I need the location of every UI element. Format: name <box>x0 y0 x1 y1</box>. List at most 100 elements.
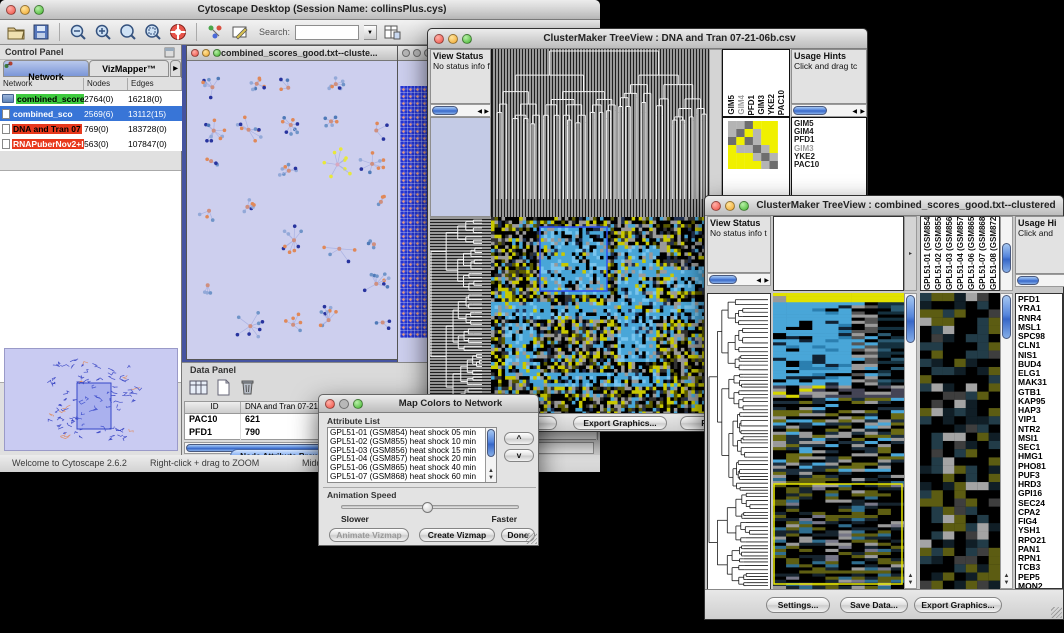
delete-attribute-icon[interactable] <box>236 377 258 397</box>
scroll-left-icon[interactable]: ◀ <box>852 108 857 115</box>
animate-vizmap-button[interactable]: Animate Vizmap <box>329 528 409 542</box>
tv2-row-dendrogram[interactable] <box>707 293 771 591</box>
move-up-button[interactable]: ^ <box>504 432 534 445</box>
scroll-up-icon[interactable]: ▲ <box>905 573 916 579</box>
scroll-up-icon[interactable]: ▲ <box>486 468 496 474</box>
zoom-window-icon[interactable] <box>739 201 749 211</box>
network-graph-canvas[interactable] <box>187 62 397 360</box>
help-ring-icon[interactable] <box>168 22 188 42</box>
zoom-window-icon[interactable] <box>213 49 221 57</box>
zoom-in-icon[interactable] <box>93 22 113 42</box>
scroll-right-icon[interactable]: ▶ <box>484 108 489 115</box>
zoom-selected-icon[interactable] <box>143 22 163 42</box>
save-icon[interactable] <box>31 22 51 42</box>
move-down-button[interactable]: v <box>504 449 534 462</box>
tab-network[interactable]: Network <box>3 60 89 77</box>
settings-button[interactable]: Settings... <box>766 597 830 613</box>
hscroll-thumb[interactable] <box>793 106 827 115</box>
minimize-icon[interactable] <box>413 49 421 57</box>
dialog-titlebar[interactable]: Map Colors to Network <box>319 395 538 413</box>
dense-network-canvas[interactable] <box>400 86 427 338</box>
search-input[interactable] <box>295 25 359 40</box>
tv2-hints-hscrollbar[interactable] <box>1015 274 1064 287</box>
zoom-out-icon[interactable] <box>68 22 88 42</box>
tv1-column-dendrogram[interactable] <box>491 49 709 217</box>
tab-overflow-arrow[interactable]: ▶ <box>170 60 181 77</box>
close-icon[interactable] <box>711 201 721 211</box>
minimize-icon[interactable] <box>725 201 735 211</box>
node-view-icon[interactable] <box>205 22 225 42</box>
tv2-mini-vscrollbar[interactable]: ▲ ▼ <box>1000 293 1013 589</box>
tv2-mini-heatmap[interactable] <box>920 293 1000 589</box>
close-icon[interactable] <box>6 5 16 15</box>
animation-speed-slider[interactable] <box>341 505 519 509</box>
vscroll-thumb[interactable] <box>487 429 495 457</box>
scroll-up-icon[interactable]: ▲ <box>1001 573 1012 579</box>
tv1-heatmap[interactable] <box>491 217 709 415</box>
attribute-table-icon[interactable] <box>382 22 402 42</box>
network-view-window[interactable]: combined_scores_good.txt--cluste... <box>186 45 398 360</box>
tv2-labels-vscrollbar[interactable] <box>1000 216 1013 291</box>
vscroll-thumb[interactable] <box>906 295 915 343</box>
zoom-window-icon[interactable] <box>34 5 44 15</box>
close-icon[interactable] <box>191 49 199 57</box>
zoom-window-icon[interactable] <box>353 399 363 409</box>
close-icon[interactable] <box>325 399 335 409</box>
network-list-row[interactable]: combined_sco 2569(6) 13112(15) <box>0 106 182 121</box>
scroll-left-icon[interactable]: ◀ <box>756 277 761 284</box>
tv1-status-hscrollbar[interactable]: ◀ ▶ <box>430 104 491 117</box>
tv1-row-dendrogram[interactable] <box>430 217 491 415</box>
network-list-row[interactable]: combined_scores 2764(0) 16218(0) <box>0 91 182 106</box>
minimize-icon[interactable] <box>20 5 30 15</box>
scroll-right-icon[interactable]: ▶ <box>764 277 769 284</box>
new-attribute-icon[interactable] <box>212 377 234 397</box>
tab-vizmapper[interactable]: VizMapper™ <box>89 60 169 77</box>
scroll-down-icon[interactable]: ▼ <box>1001 580 1012 586</box>
annotation-icon[interactable] <box>230 22 250 42</box>
tv2-status-hscrollbar[interactable]: ◀ ▶ <box>707 273 771 286</box>
hscroll-thumb[interactable] <box>1017 276 1039 285</box>
search-dropdown-icon[interactable]: ▼ <box>364 25 377 40</box>
zoom-window-icon[interactable] <box>462 34 472 44</box>
float-panel-icon[interactable] <box>164 47 175 58</box>
scroll-down-icon[interactable]: ▼ <box>905 580 916 586</box>
open-folder-icon[interactable] <box>6 22 26 42</box>
scroll-left-icon[interactable]: ◀ <box>477 108 482 115</box>
column-label: GPL51-04 (GSM857) <box>956 216 965 290</box>
close-icon[interactable] <box>434 34 444 44</box>
save-data-button[interactable]: Save Data... <box>840 597 908 613</box>
create-vizmap-button[interactable]: Create Vizmap <box>419 528 495 542</box>
close-icon[interactable] <box>402 49 410 57</box>
tv2-heatmap[interactable] <box>773 293 904 589</box>
resize-grip[interactable] <box>526 533 537 544</box>
scroll-down-icon[interactable]: ▼ <box>486 475 496 481</box>
hscroll-thumb[interactable] <box>709 275 737 284</box>
slider-thumb[interactable] <box>422 502 433 513</box>
tv1-summary-matrix[interactable] <box>728 121 778 169</box>
network-list-row[interactable]: DNA and Tran 07 769(0) 183728(0) <box>0 121 182 136</box>
minimize-icon[interactable] <box>202 49 210 57</box>
network-overview-thumbnail[interactable] <box>4 348 178 451</box>
hscroll-thumb[interactable] <box>432 106 458 115</box>
attribute-select-icon[interactable] <box>188 377 210 397</box>
minimize-icon[interactable] <box>339 399 349 409</box>
resize-grip[interactable] <box>1051 607 1062 618</box>
inner-titlebar[interactable]: combined_scores_good.txt--cluste... <box>187 46 397 61</box>
attribute-listbox[interactable]: GPL51-01 (GSM854) heat shock 05 minGPL51… <box>327 427 497 483</box>
minimize-icon[interactable] <box>448 34 458 44</box>
zoom-fit-icon[interactable] <box>118 22 138 42</box>
vscroll-thumb[interactable] <box>1002 243 1011 273</box>
tv2-gene-list[interactable]: PFD1YRA1RNR4MSL1SPC98CLN1NIS1BUD4ELG1MAK… <box>1015 293 1063 589</box>
tv2-titlebar[interactable]: ClusterMaker TreeView : combined_scores_… <box>705 196 1063 216</box>
tv1-titlebar[interactable]: ClusterMaker TreeView : DNA and Tran 07-… <box>428 29 867 49</box>
main-titlebar[interactable]: Cytoscape Desktop (Session Name: collins… <box>0 0 600 20</box>
export-graphics-button[interactable]: Export Graphics... <box>914 597 1002 613</box>
attribute-item[interactable]: GPL51-07 (GSM868) heat shock 60 min <box>330 473 484 482</box>
tv1-hints-hscrollbar[interactable]: ◀ ▶ <box>791 104 867 117</box>
network-list-row[interactable]: RNAPuberNov2+I 563(0) 107847(0) <box>0 136 182 151</box>
scroll-right-icon[interactable]: ▶ <box>860 108 865 115</box>
export-graphics-button[interactable]: Export Graphics... <box>573 416 667 430</box>
vscroll-thumb[interactable] <box>1002 295 1011 339</box>
tv2-heat-vscrollbar[interactable]: ▲ ▼ <box>904 293 917 589</box>
listbox-vscrollbar[interactable]: ▲ ▼ <box>485 428 496 482</box>
